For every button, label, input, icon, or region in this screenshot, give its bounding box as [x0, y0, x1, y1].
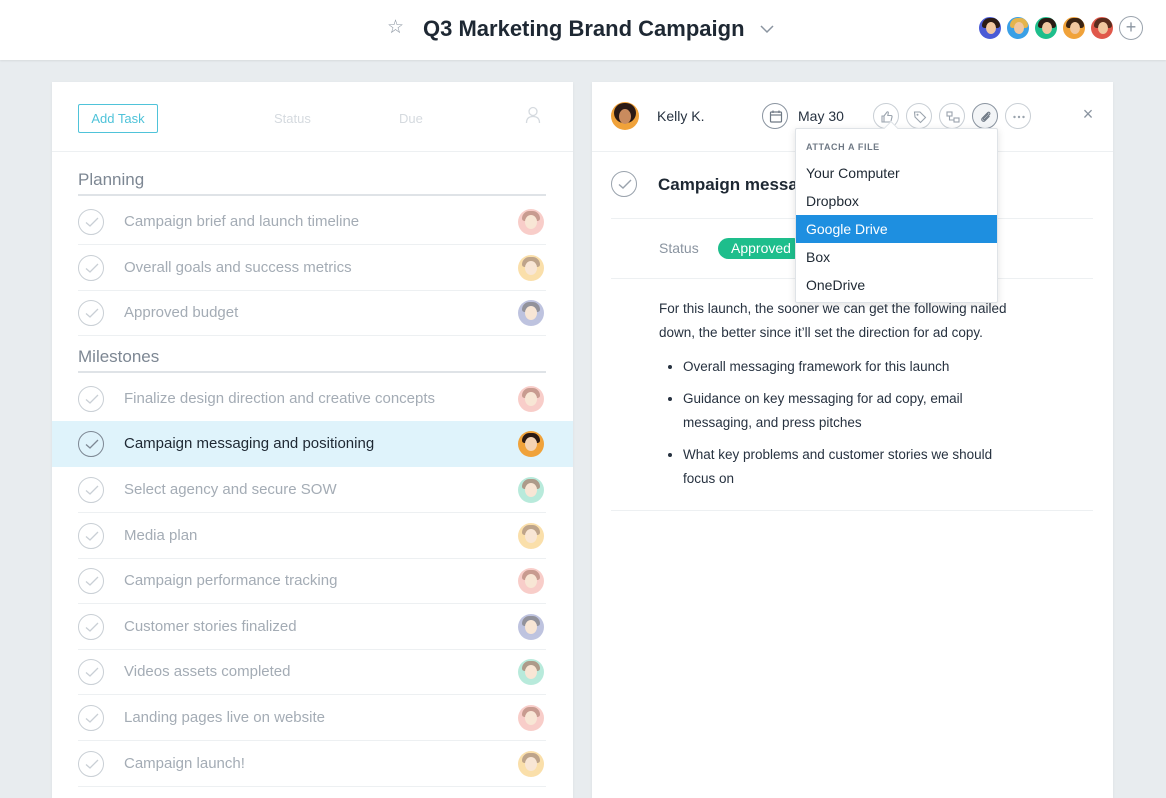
- task-list-toolbar: Add Task Status Due: [52, 82, 573, 152]
- task-assignee-avatar[interactable]: [518, 254, 544, 281]
- task-checkbox[interactable]: [78, 431, 104, 458]
- task-checkbox[interactable]: [78, 254, 104, 281]
- task-assignee-avatar[interactable]: [518, 477, 544, 503]
- close-icon[interactable]: ×: [1080, 105, 1096, 123]
- description-bullets: Overall messaging framework for this lau…: [659, 355, 1019, 491]
- project-header: ☆ Q3 Marketing Brand Campaign +: [0, 0, 1166, 60]
- task-row[interactable]: Campaign messaging and positioning: [52, 421, 573, 468]
- task-checkbox[interactable]: [78, 568, 104, 595]
- task-label: Campaign performance tracking: [124, 572, 338, 590]
- description-text: For this launch, the sooner we can get t…: [659, 301, 1007, 340]
- task-label: Finalize design direction and creative c…: [124, 389, 436, 407]
- assignee-avatar[interactable]: [611, 102, 639, 130]
- task-label: Media plan: [124, 526, 198, 544]
- subtask-button[interactable]: [939, 103, 965, 129]
- description-bullet: What key problems and customer stories w…: [683, 443, 1019, 491]
- status-badge[interactable]: Approved: [718, 238, 804, 259]
- project-members: +: [977, 14, 1143, 42]
- attach-option-dropbox[interactable]: Dropbox: [796, 187, 997, 215]
- tag-icon: [913, 111, 927, 124]
- task-row[interactable]: Media plan: [52, 513, 573, 559]
- attach-option-your-computer[interactable]: Your Computer: [796, 159, 997, 187]
- status-column-header[interactable]: Status: [274, 111, 311, 126]
- task-assignee-avatar[interactable]: [518, 705, 544, 731]
- task-label: Select agency and secure SOW: [124, 481, 337, 498]
- task-checkbox[interactable]: [78, 385, 104, 412]
- member-avatar[interactable]: [1061, 15, 1087, 41]
- task-row[interactable]: Finalize design direction and creative c…: [52, 376, 573, 422]
- member-avatar[interactable]: [1033, 15, 1059, 41]
- task-assignee-avatar[interactable]: [518, 659, 544, 686]
- attach-file-menu: ATTACH A FILE Your Computer Dropbox Google…: [795, 120, 998, 303]
- member-avatar[interactable]: [1005, 15, 1031, 41]
- task-label: Customer stories finalized: [124, 617, 297, 635]
- task-checkbox[interactable]: [78, 613, 104, 640]
- subtask-icon: [946, 111, 960, 123]
- task-label: Campaign messaging and positioning: [124, 435, 375, 453]
- task-label: Campaign launch!: [124, 754, 245, 772]
- more-button[interactable]: [1005, 103, 1031, 129]
- section-header[interactable]: Milestones: [78, 345, 546, 373]
- task-row[interactable]: Select agency and secure SOW: [52, 467, 573, 513]
- paperclip-icon: [981, 111, 991, 122]
- task-checkbox[interactable]: [78, 750, 104, 777]
- section-header[interactable]: Planning: [78, 168, 546, 196]
- attach-option-box[interactable]: Box: [796, 243, 997, 271]
- assignee-name[interactable]: Kelly K.: [657, 108, 704, 124]
- task-row[interactable]: Approved budget: [52, 290, 573, 337]
- person-icon[interactable]: [525, 106, 541, 124]
- member-avatar[interactable]: [977, 15, 1003, 41]
- status-field-label: Status: [659, 240, 699, 256]
- task-description[interactable]: For this launch, the sooner we can get t…: [659, 297, 1019, 499]
- task-assignee-avatar[interactable]: [518, 522, 544, 549]
- chevron-down-icon[interactable]: [759, 22, 775, 36]
- task-checkbox[interactable]: [78, 659, 104, 686]
- task-assignee-avatar[interactable]: [518, 300, 544, 327]
- complete-task-checkbox[interactable]: [611, 171, 637, 197]
- task-label: Videos assets completed: [124, 663, 291, 681]
- description-bullet: Guidance on key messaging for ad copy, e…: [683, 387, 1019, 435]
- task-row[interactable]: Customer stories finalized: [52, 604, 573, 650]
- project-title: Q3 Marketing Brand Campaign: [423, 16, 745, 41]
- due-date[interactable]: May 30: [798, 108, 844, 124]
- task-row[interactable]: Overall goals and success metrics: [52, 245, 573, 291]
- attach-button[interactable]: [972, 103, 998, 129]
- divider: [611, 510, 1093, 511]
- task-label: Approved budget: [124, 304, 239, 322]
- task-checkbox[interactable]: [78, 300, 104, 327]
- task-label: Landing pages live on website: [124, 709, 325, 726]
- task-assignee-avatar[interactable]: [518, 431, 544, 458]
- due-column-header[interactable]: Due: [399, 111, 423, 126]
- task-assignee-avatar[interactable]: [518, 209, 544, 235]
- add-task-button[interactable]: Add Task: [78, 104, 158, 133]
- description-bullet: Overall messaging framework for this lau…: [683, 355, 1019, 379]
- attach-menu-heading: ATTACH A FILE: [806, 142, 880, 152]
- attach-option-onedrive[interactable]: OneDrive: [796, 271, 997, 299]
- task-checkbox[interactable]: [78, 477, 104, 503]
- star-icon[interactable]: ☆: [387, 18, 407, 38]
- tag-button[interactable]: [906, 103, 932, 129]
- task-list-panel: Add Task Status Due Planning Campaign bri…: [52, 82, 573, 798]
- task-row[interactable]: Campaign launch!: [52, 741, 573, 787]
- task-assignee-avatar[interactable]: [518, 568, 544, 595]
- task-assignee-avatar[interactable]: [518, 613, 544, 640]
- task-row[interactable]: Campaign brief and launch timeline: [52, 199, 573, 245]
- add-member-icon[interactable]: +: [1119, 16, 1143, 40]
- task-label: Campaign brief and launch timeline: [124, 213, 360, 230]
- task-assignee-avatar[interactable]: [518, 750, 544, 777]
- task-checkbox[interactable]: [78, 209, 104, 235]
- calendar-icon[interactable]: [762, 103, 788, 129]
- task-row[interactable]: Campaign performance tracking: [52, 558, 573, 605]
- task-row[interactable]: Landing pages live on website: [52, 695, 573, 741]
- task-row[interactable]: Videos assets completed: [52, 649, 573, 696]
- task-assignee-avatar[interactable]: [518, 385, 544, 412]
- task-checkbox[interactable]: [78, 705, 104, 731]
- task-label: Overall goals and success metrics: [124, 258, 352, 276]
- more-icon: [1013, 115, 1025, 119]
- attach-option-google-drive[interactable]: Google Drive: [796, 215, 997, 243]
- member-avatar[interactable]: [1089, 15, 1115, 41]
- task-checkbox[interactable]: [78, 522, 104, 549]
